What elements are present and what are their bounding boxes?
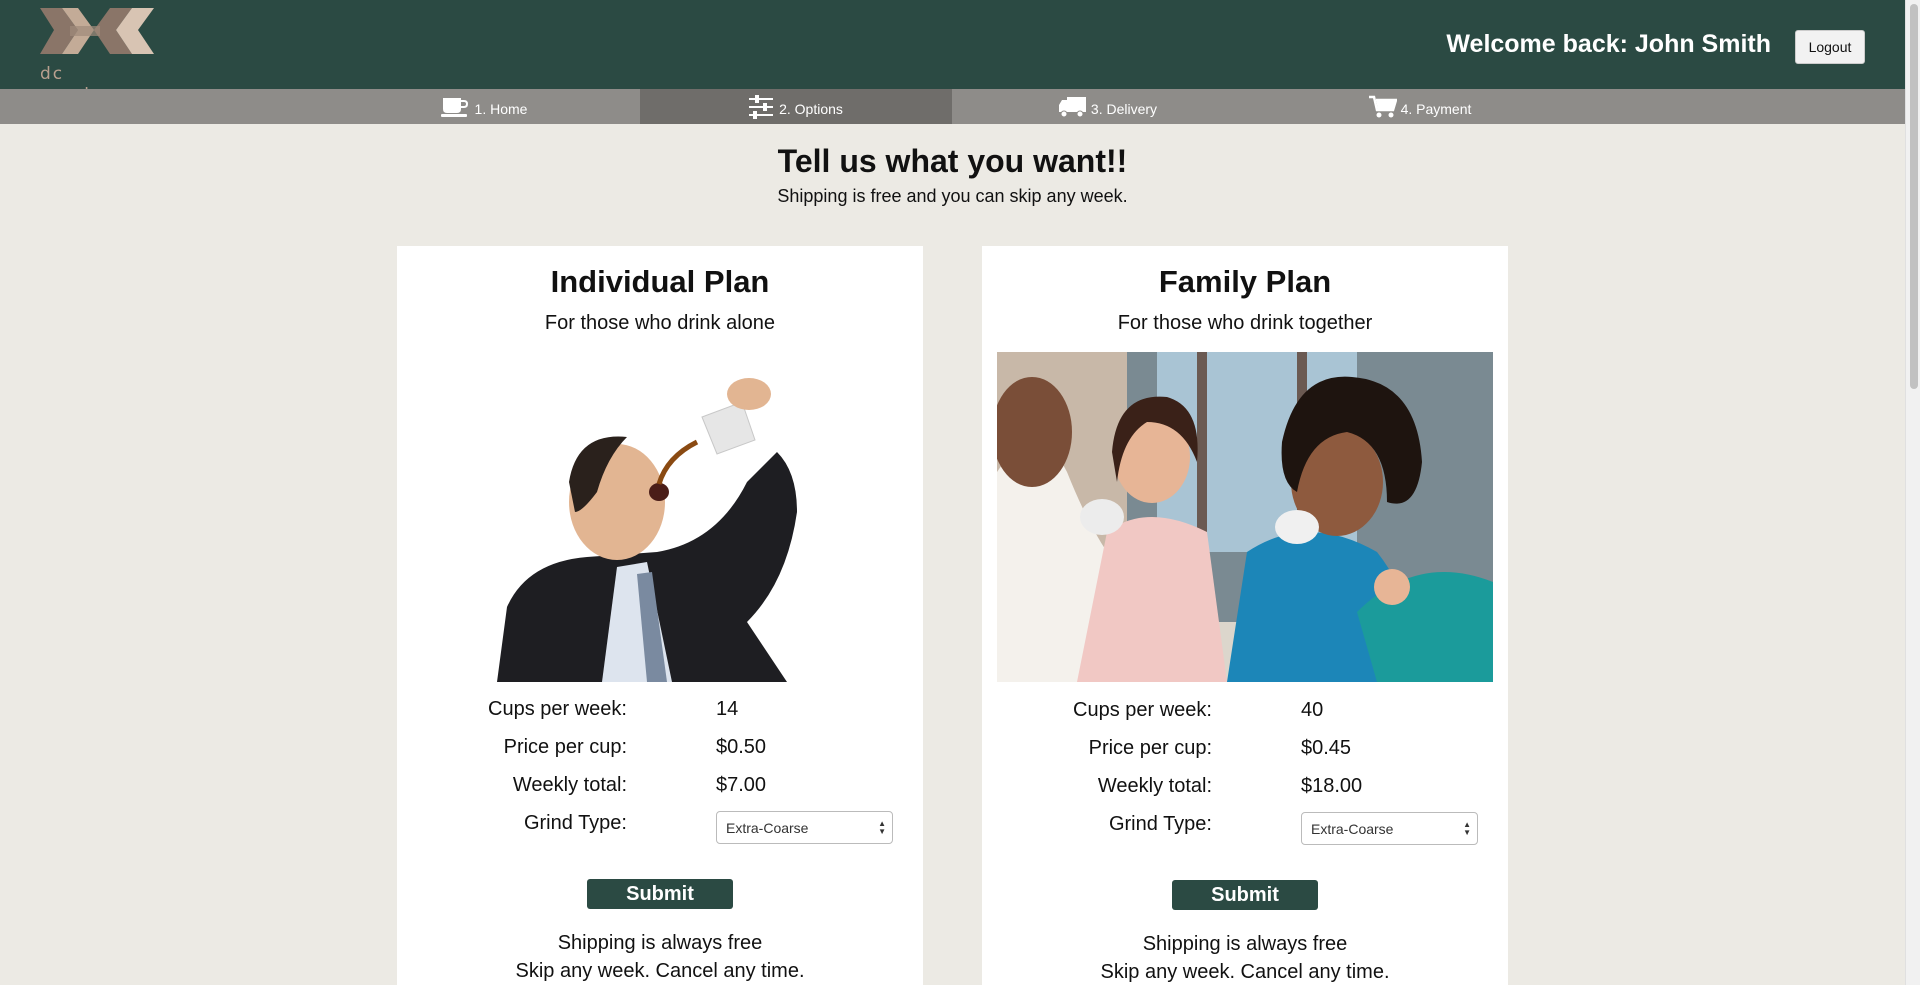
nav-item-label: 4. Payment xyxy=(1400,100,1472,117)
cups-value: 40 xyxy=(1301,699,1324,721)
truck-icon xyxy=(1058,95,1087,119)
grind-label: Grind Type: xyxy=(1108,813,1212,835)
plan-subtitle: For those who drink alone xyxy=(544,312,776,334)
grind-label: Grind Type: xyxy=(523,812,627,834)
page-scrollbar[interactable] xyxy=(1905,0,1920,985)
individual-plan-image xyxy=(497,362,827,682)
page-subtitle: Shipping is free and you can skip any we… xyxy=(777,186,1128,206)
submit-button[interactable]: Submit xyxy=(1172,880,1318,910)
cancel-note: Skip any week. Cancel any time. xyxy=(515,960,805,982)
nav-item-payment[interactable]: 4. Payment xyxy=(1264,89,1576,124)
total-label: Weekly total: xyxy=(512,774,627,796)
coffee-cup-icon xyxy=(440,95,471,119)
cups-label: Cups per week: xyxy=(488,698,627,720)
logout-button[interactable]: Logout xyxy=(1795,30,1865,64)
price-label: Price per cup: xyxy=(1088,737,1212,759)
select-arrows-icon: ▲ ▼ xyxy=(1463,820,1471,837)
plan-card-individual: Individual Plan For those who drink alon… xyxy=(397,246,923,985)
cups-value: 14 xyxy=(716,698,739,720)
scrollbar-thumb[interactable] xyxy=(1910,4,1918,389)
shipping-note: Shipping is always free xyxy=(1142,933,1348,955)
price-label: Price per cup: xyxy=(503,736,627,758)
plan-card-family: Family Plan For those who drink together xyxy=(982,246,1508,985)
sliders-icon xyxy=(749,94,775,119)
nav-item-label: 3. Delivery xyxy=(1090,100,1158,117)
grind-type-value: Extra-Coarse xyxy=(726,819,809,836)
price-value: $0.45 xyxy=(1301,737,1352,759)
nav-item-options[interactable]: 2. Options xyxy=(640,89,952,124)
nav-item-label: 1. Home xyxy=(474,100,528,117)
step-nav: 1. Home 2. Options 3. Delivery 4. Paymen… xyxy=(0,89,1905,124)
plan-title: Individual Plan xyxy=(550,264,770,299)
family-plan-image xyxy=(997,352,1493,682)
nav-item-delivery[interactable]: 3. Delivery xyxy=(952,89,1264,124)
price-value: $0.50 xyxy=(716,736,767,758)
plan-subtitle: For those who drink together xyxy=(1117,312,1373,334)
welcome-message: Welcome back: John Smith xyxy=(1446,30,1771,58)
total-label: Weekly total: xyxy=(1097,775,1212,797)
grind-type-select[interactable]: Extra-Coarse ▲ ▼ xyxy=(716,811,893,844)
nav-item-home[interactable]: 1. Home xyxy=(328,89,640,124)
cups-label: Cups per week: xyxy=(1073,699,1212,721)
site-header: dc roasters Welcome back: John Smith Log… xyxy=(0,0,1905,104)
grind-type-value: Extra-Coarse xyxy=(1311,820,1394,837)
page-title: Tell us what you want!! xyxy=(777,143,1128,179)
grind-type-select[interactable]: Extra-Coarse ▲ ▼ xyxy=(1301,812,1478,845)
plan-title: Family Plan xyxy=(1158,264,1332,299)
total-value: $7.00 xyxy=(716,774,767,796)
dc-roasters-logo-mark xyxy=(40,8,154,54)
nav-item-label: 2. Options xyxy=(779,100,843,117)
cart-icon xyxy=(1368,95,1397,119)
brand-logo[interactable]: dc roasters xyxy=(38,8,156,104)
shipping-note: Shipping is always free xyxy=(557,932,763,954)
total-value: $18.00 xyxy=(1301,775,1363,797)
select-arrows-icon: ▲ ▼ xyxy=(878,819,886,836)
cancel-note: Skip any week. Cancel any time. xyxy=(1100,961,1390,983)
submit-button[interactable]: Submit xyxy=(587,879,733,909)
